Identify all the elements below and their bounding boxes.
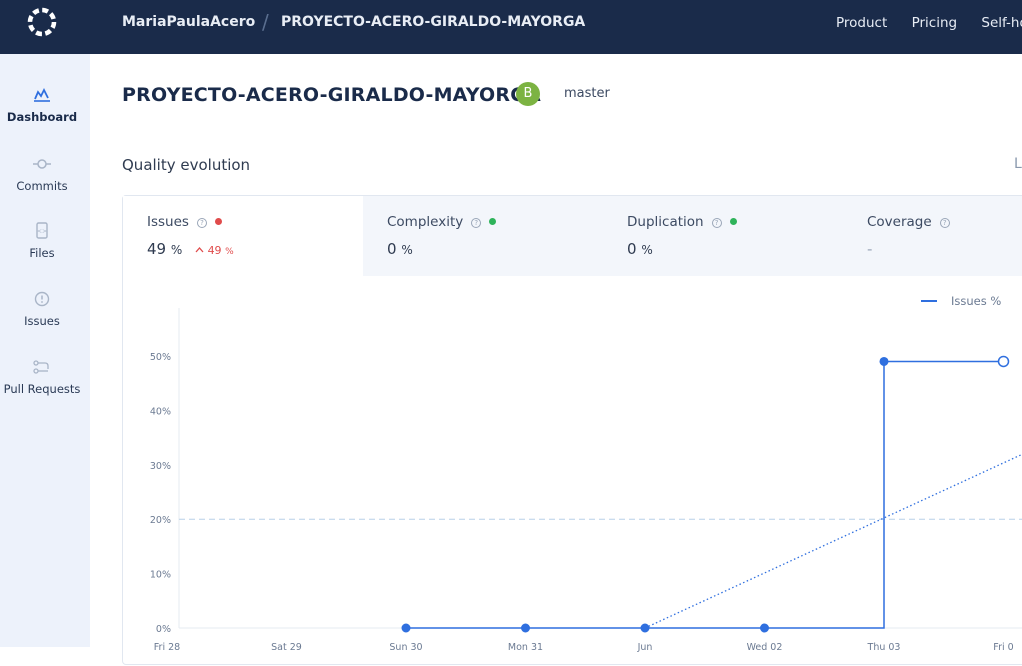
data-point [760, 623, 769, 633]
data-point [401, 623, 411, 633]
y-tick-label: 50% [150, 352, 171, 363]
x-tick-label: Fri 0 [993, 642, 1013, 653]
x-tick-label: Sat 29 [271, 642, 302, 653]
data-point [997, 355, 1010, 368]
sidebar-item-label: Dashboard [6, 110, 78, 124]
y-tick-label: 40% [150, 406, 171, 417]
data-point [879, 356, 889, 366]
branch-selector[interactable]: master [564, 86, 610, 101]
page-title: PROYECTO-ACERO-GIRALDO-MAYORGA [122, 84, 541, 106]
y-tick-label: 10% [150, 570, 171, 581]
y-tick-label: 0% [156, 624, 171, 635]
commit-icon [33, 159, 51, 169]
main-content: PROYECTO-ACERO-GIRALDO-MAYORGA B master … [90, 54, 1022, 665]
pull-request-icon [33, 360, 49, 374]
breadcrumb-project[interactable]: PROYECTO-ACERO-GIRALDO-MAYORGA [281, 14, 585, 30]
top-nav: Product Pricing Self-ho [836, 15, 1022, 31]
sidebar-item-label: Commits [16, 179, 68, 193]
sidebar-item-label: Issues [24, 314, 60, 328]
sidebar-item-issues[interactable]: Issues [0, 290, 84, 328]
x-tick-label: Thu 03 [867, 642, 901, 653]
grade-badge: B [516, 82, 540, 106]
sidebar-item-label: Files [29, 246, 55, 260]
section-right-link[interactable]: L [1014, 156, 1022, 172]
section-title: Quality evolution [122, 156, 251, 174]
top-bar: MariaPaulaAcero / PROYECTO-ACERO-GIRALDO… [0, 0, 1022, 54]
y-tick-label: 30% [150, 461, 171, 472]
nav-self-hosted-link[interactable]: Self-ho [981, 15, 1022, 31]
file-icon: <> [36, 222, 48, 239]
dashboard-icon [34, 87, 50, 102]
x-tick-label: Jun [637, 642, 653, 653]
x-tick-label: Mon 31 [508, 642, 543, 653]
trend-line [644, 453, 1022, 629]
sidebar-item-label: Pull Requests [3, 382, 81, 396]
breadcrumb-separator: / [262, 10, 269, 34]
sidebar-item-pull-requests[interactable]: Pull Requests [0, 358, 84, 396]
nav-product-link[interactable]: Product [836, 15, 887, 31]
x-tick-label: Sun 30 [389, 642, 422, 653]
data-point [640, 623, 650, 633]
sidebar: Dashboard Commits <> Files Issues Pull R… [0, 54, 90, 647]
sidebar-item-commits[interactable]: Commits [0, 155, 84, 193]
nav-pricing-link[interactable]: Pricing [912, 15, 958, 31]
y-tick-label: 20% [150, 515, 171, 526]
data-point [521, 623, 530, 633]
issues-icon [34, 291, 50, 307]
issues-chart: 0% 10% 20% 30% 40% 50% Fri 28 Sat 29 Sun 30 Mon 3… [150, 308, 1022, 653]
quality-evolution-card: Issues? 49 % 49 % Complexity? 0 % Duplic… [122, 195, 1022, 665]
svg-text:<>: <> [37, 228, 47, 235]
codacy-logo-icon[interactable] [26, 6, 58, 38]
series-line-issues [406, 360, 1004, 629]
sidebar-item-dashboard[interactable]: Dashboard [0, 86, 84, 124]
x-tick-label: Fri 28 [154, 642, 180, 653]
sidebar-item-files[interactable]: <> Files [0, 222, 84, 260]
breadcrumb-user[interactable]: MariaPaulaAcero [122, 14, 255, 30]
x-tick-label: Wed 02 [747, 642, 783, 653]
